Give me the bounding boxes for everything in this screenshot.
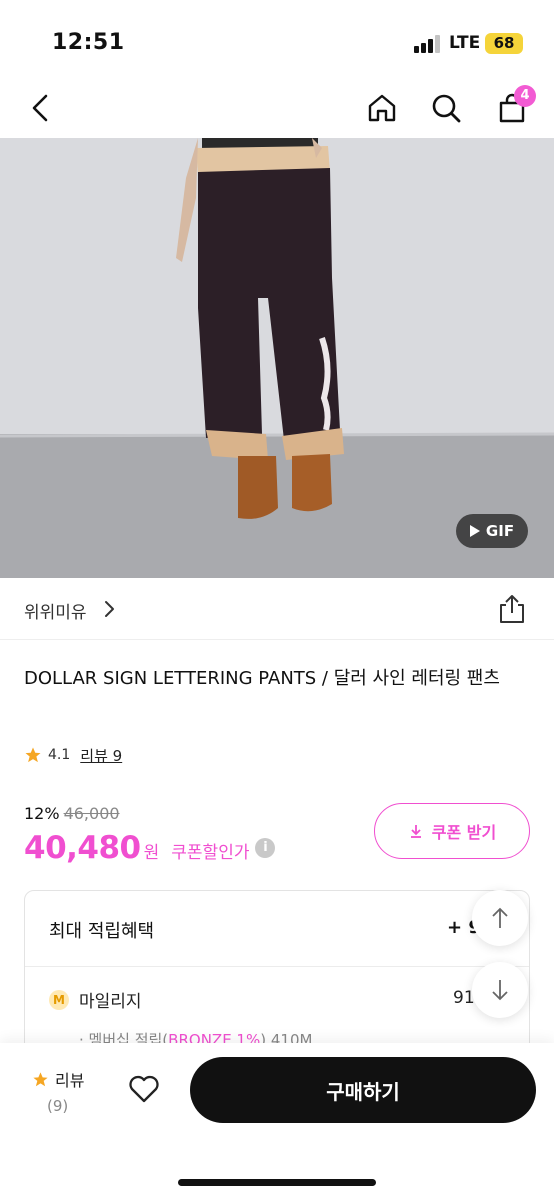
back-button[interactable]: [20, 88, 60, 128]
status-bar: 12:51 LTE 68: [0, 0, 554, 80]
arrow-down-icon: [492, 980, 508, 1001]
mileage-icon: M: [49, 989, 69, 1010]
search-icon: [432, 94, 461, 123]
bottom-review-count: (9): [47, 1097, 69, 1115]
brand-row: 위위미유: [0, 578, 554, 640]
battery-icon: 68: [485, 33, 523, 54]
product-image[interactable]: GIF: [0, 138, 554, 578]
chevron-left-icon: [32, 94, 48, 122]
final-price: 40,480: [24, 830, 141, 866]
currency-label: 원: [143, 843, 160, 863]
buy-button[interactable]: 구매하기: [190, 1057, 536, 1123]
search-button[interactable]: [426, 88, 466, 128]
info-icon[interactable]: i: [255, 838, 276, 858]
coupon-button-label: 쿠폰 받기: [431, 823, 497, 842]
gif-label: GIF: [485, 522, 515, 540]
scroll-bottom-button[interactable]: [472, 962, 528, 1018]
chevron-right-icon: [105, 601, 114, 617]
bottom-review-label: 리뷰: [55, 1071, 85, 1090]
coupon-price-label: 쿠폰할인가: [171, 843, 250, 863]
brand-link[interactable]: 위위미유: [24, 598, 87, 623]
price-original-row: 12% 46,000: [24, 804, 120, 823]
bottom-review-button[interactable]: 리뷰: [32, 1067, 84, 1091]
benefit-header[interactable]: 최대 적립혜택 + 9: [25, 891, 529, 967]
mileage-label: 마일리지: [79, 992, 142, 1012]
rating-value: 4.1: [48, 747, 71, 763]
mileage-row: M 마일리지: [49, 987, 142, 1012]
bottom-action-bar: 리뷰 (9) 구매하기: [0, 1043, 554, 1200]
rating-row: 4.1 리뷰 9: [24, 744, 122, 766]
download-icon: [410, 825, 421, 838]
status-time: 12:51: [52, 30, 125, 55]
product-photo: [0, 138, 554, 578]
benefit-title: 최대 적립혜택: [49, 921, 155, 942]
nav-bar: [0, 80, 554, 138]
product-title: DOLLAR SIGN LETTERING PANTS / 달러 사인 레터링 …: [24, 668, 500, 689]
signal-icon: [414, 35, 442, 53]
gif-badge[interactable]: GIF: [456, 514, 528, 548]
home-indicator: [178, 1179, 376, 1186]
cart-count-badge: 4: [514, 85, 536, 107]
home-icon: [368, 94, 396, 122]
final-price-row: 40,480 원 쿠폰할인가 i: [24, 830, 276, 866]
coupon-button[interactable]: 쿠폰 받기: [374, 803, 530, 859]
scroll-top-button[interactable]: [472, 890, 528, 946]
original-price: 46,000: [63, 804, 120, 823]
star-icon: [33, 1071, 48, 1086]
network-label: LTE: [449, 33, 481, 53]
share-icon[interactable]: [498, 594, 526, 624]
heart-icon[interactable]: [128, 1075, 160, 1103]
star-icon: [25, 747, 41, 763]
home-button[interactable]: [362, 88, 402, 128]
arrow-up-icon: [492, 907, 508, 928]
review-link[interactable]: 리뷰 9: [80, 745, 122, 766]
play-icon: [469, 525, 480, 537]
discount-rate: 12%: [24, 804, 60, 823]
